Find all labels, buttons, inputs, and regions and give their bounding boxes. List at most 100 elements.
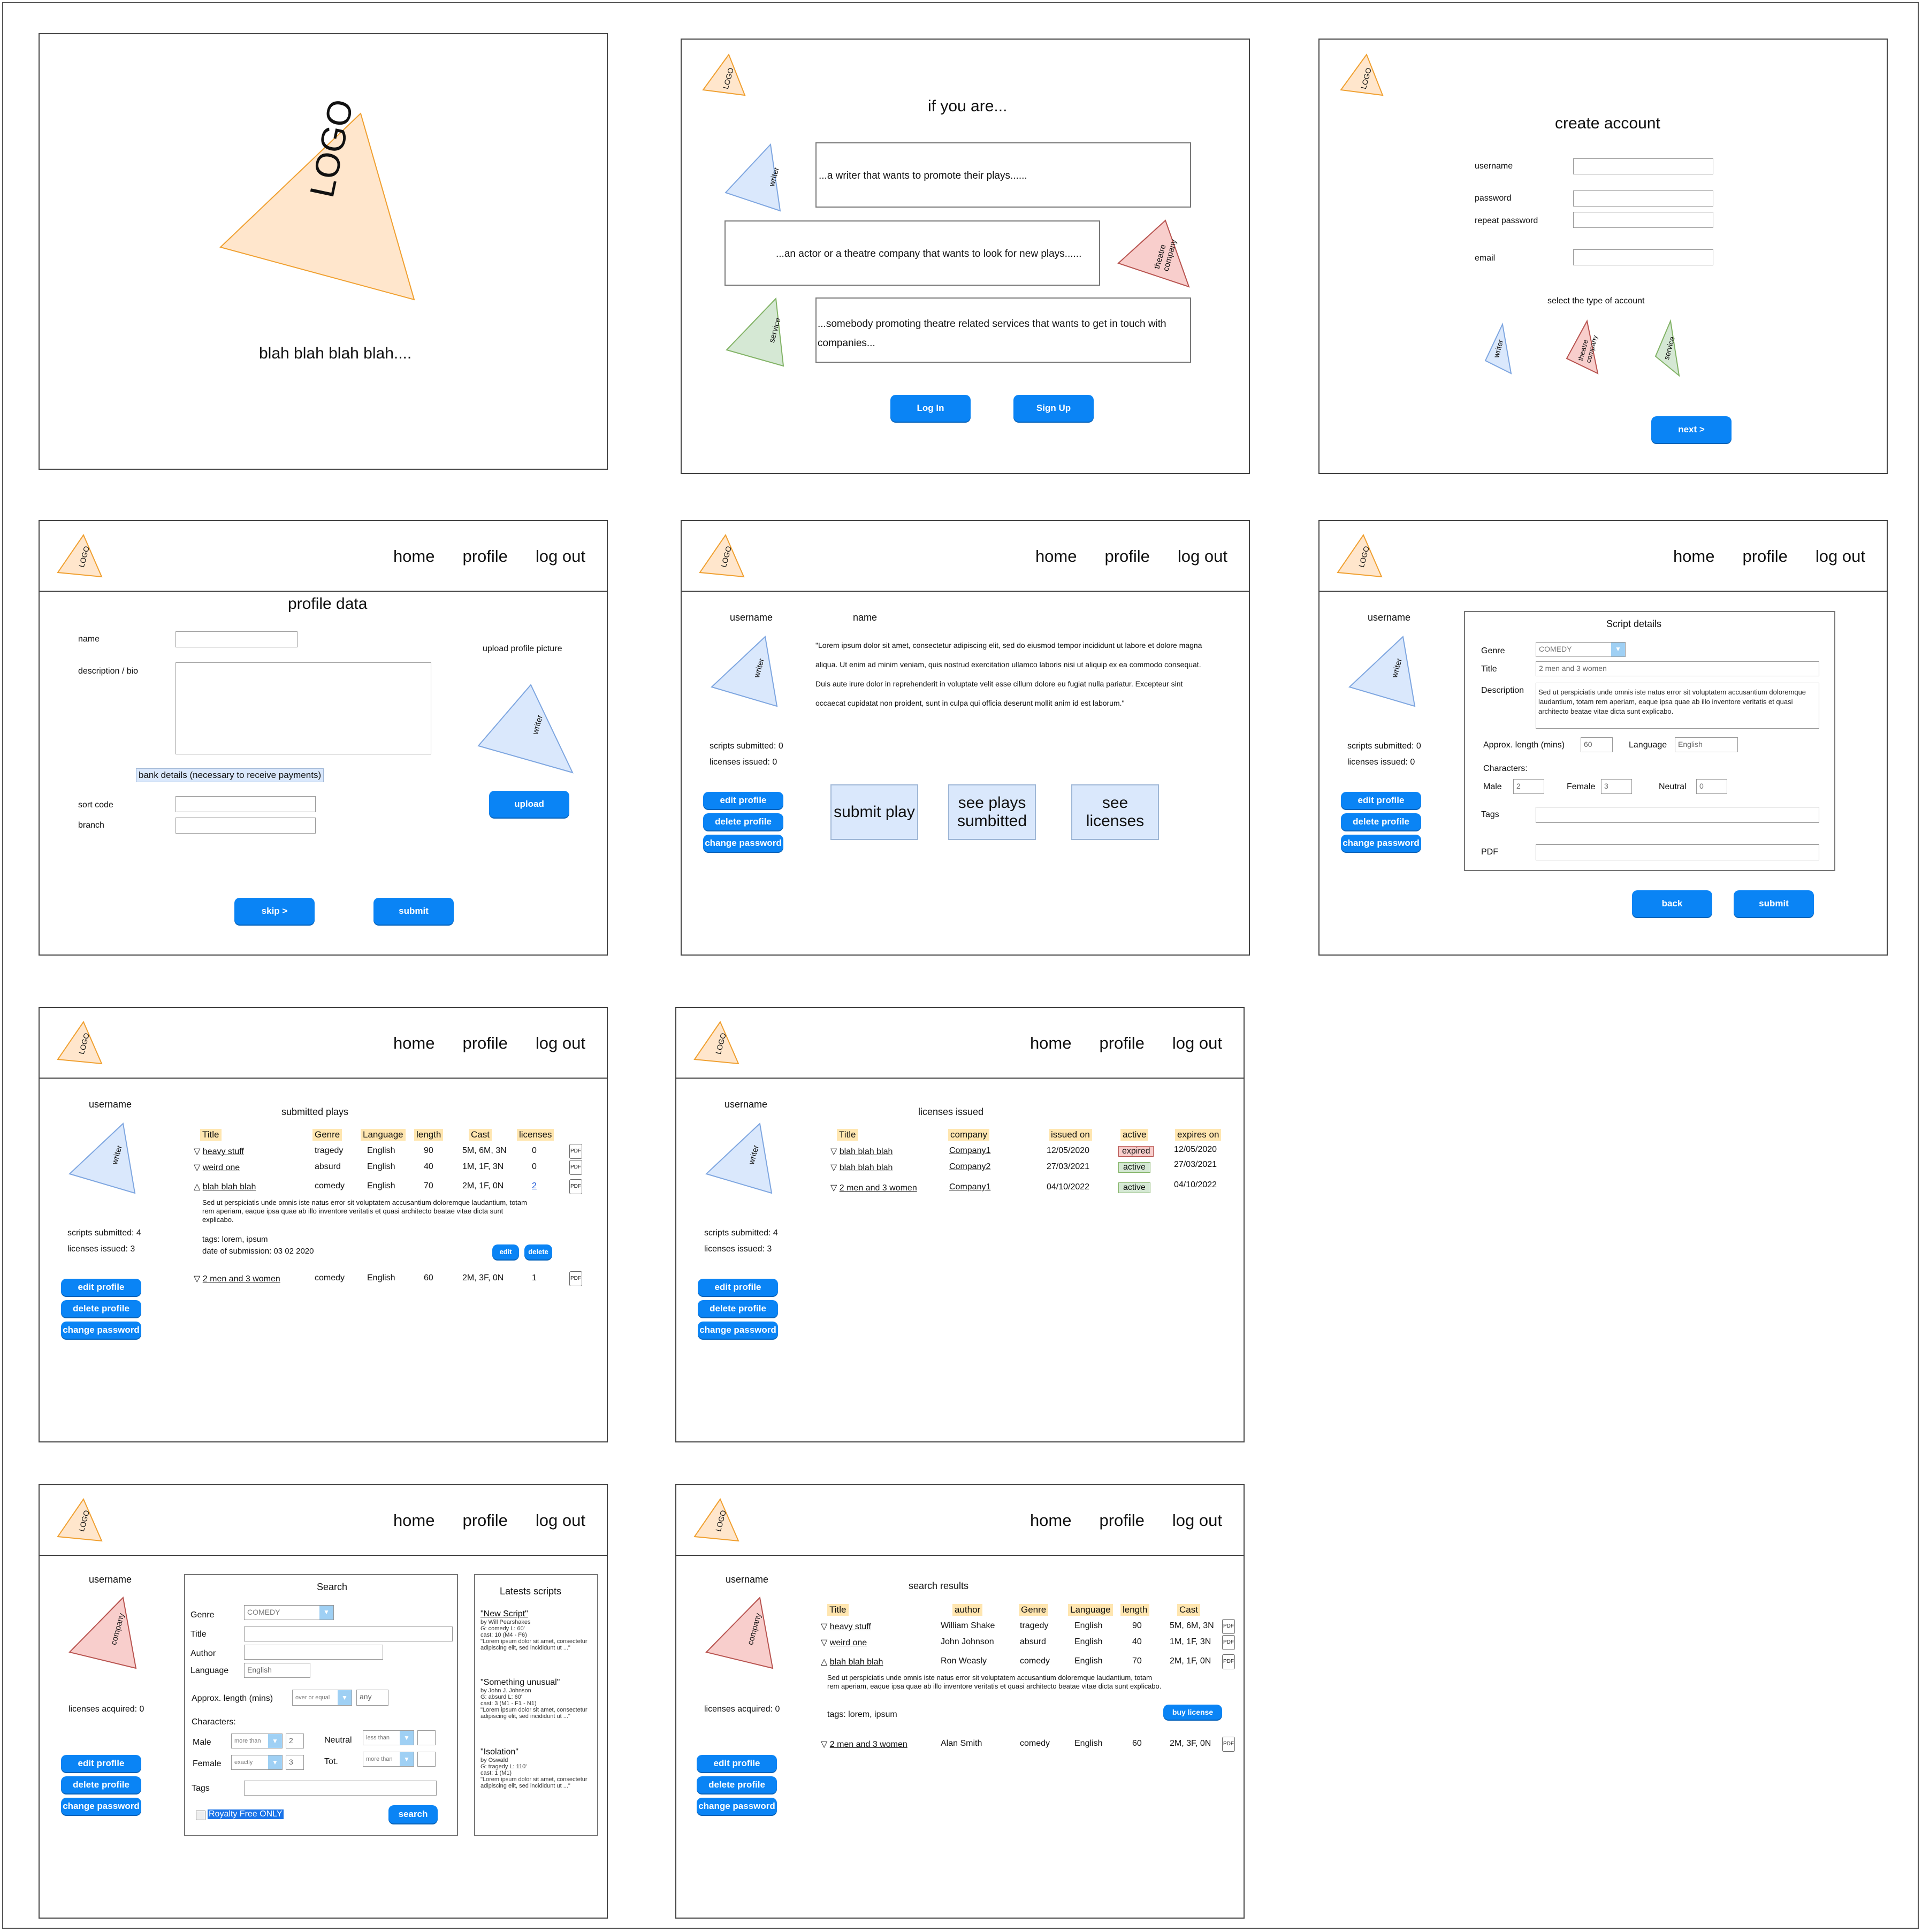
edit-profile-button[interactable]: edit profile bbox=[698, 1279, 778, 1296]
play-title-link[interactable]: heavy stuff bbox=[830, 1622, 871, 1631]
nav-profile[interactable]: profile bbox=[1099, 1034, 1144, 1053]
female-input[interactable]: 3 bbox=[286, 1755, 304, 1770]
delete-profile-button[interactable]: delete profile bbox=[61, 1776, 141, 1793]
total-operator-select[interactable]: more than ▼ bbox=[363, 1752, 414, 1767]
nav-home[interactable]: home bbox=[393, 547, 435, 566]
skip-button[interactable]: skip > bbox=[234, 898, 315, 925]
nav-logout[interactable]: log out bbox=[536, 1511, 585, 1530]
nav-home[interactable]: home bbox=[1673, 547, 1715, 566]
genre-select[interactable]: COMEDY ▼ bbox=[244, 1605, 334, 1620]
delete-profile-button[interactable]: delete profile bbox=[61, 1300, 141, 1317]
title-input[interactable] bbox=[244, 1626, 453, 1641]
company-option-box[interactable]: ...an actor or a theatre company that wa… bbox=[724, 220, 1100, 286]
expand-row-icon[interactable]: ▽ heavy stuff bbox=[821, 1621, 871, 1632]
edit-play-button[interactable]: edit bbox=[492, 1244, 519, 1259]
edit-profile-button[interactable]: edit profile bbox=[703, 792, 783, 809]
see-licenses-tile[interactable]: see licenses bbox=[1071, 784, 1159, 840]
pdf-icon[interactable]: PDF bbox=[569, 1271, 582, 1286]
service-option-box[interactable]: ...somebody promoting theatre related se… bbox=[815, 297, 1191, 363]
play-title-link[interactable]: 2 men and 3 women bbox=[203, 1274, 280, 1284]
nav-profile[interactable]: profile bbox=[1742, 547, 1787, 566]
nav-profile[interactable]: profile bbox=[1104, 547, 1149, 566]
next-button[interactable]: next > bbox=[1651, 416, 1732, 443]
latest-script-item[interactable]: "Isolation" by Oswald G: tragedy L: 110'… bbox=[481, 1747, 594, 1789]
script-name-link[interactable]: "Something unusual" bbox=[481, 1678, 594, 1687]
license-title-link[interactable]: blah blah blah bbox=[840, 1163, 893, 1172]
male-input[interactable]: 2 bbox=[1513, 779, 1544, 794]
edit-profile-button[interactable]: edit profile bbox=[697, 1755, 777, 1772]
neutral-input[interactable]: 0 bbox=[1696, 779, 1727, 794]
username-input[interactable] bbox=[1573, 158, 1713, 174]
tags-input[interactable] bbox=[1536, 807, 1819, 823]
royalty-free-checkbox[interactable] bbox=[196, 1811, 205, 1820]
edit-profile-button[interactable]: edit profile bbox=[1341, 792, 1421, 809]
collapse-row-icon[interactable]: △ blah blah blah bbox=[194, 1181, 256, 1192]
latest-script-item[interactable]: "Something unusual" by John J. Johnson G… bbox=[481, 1678, 594, 1720]
author-input[interactable] bbox=[244, 1645, 383, 1660]
tags-input[interactable] bbox=[244, 1781, 437, 1796]
total-input[interactable] bbox=[417, 1752, 436, 1767]
submit-play-tile[interactable]: submit play bbox=[830, 784, 918, 840]
company-link[interactable]: Company2 bbox=[949, 1162, 990, 1172]
password-input[interactable] bbox=[1573, 190, 1713, 207]
cell-licenses-link[interactable]: 2 bbox=[532, 1181, 537, 1191]
change-password-button[interactable]: change password bbox=[703, 835, 783, 852]
delete-profile-button[interactable]: delete profile bbox=[697, 1776, 777, 1793]
nav-home[interactable]: home bbox=[1030, 1034, 1072, 1053]
bio-textarea[interactable] bbox=[176, 662, 431, 754]
nav-profile[interactable]: profile bbox=[462, 1511, 507, 1530]
nav-profile[interactable]: profile bbox=[1099, 1511, 1144, 1530]
play-title-link[interactable]: blah blah blah bbox=[203, 1182, 256, 1192]
nav-home[interactable]: home bbox=[393, 1034, 435, 1053]
pdf-icon[interactable]: PDF bbox=[569, 1160, 582, 1175]
back-button[interactable]: back bbox=[1632, 890, 1712, 917]
length-operator-select[interactable]: over or equal ▼ bbox=[292, 1690, 352, 1706]
script-name-link[interactable]: "Isolation" bbox=[481, 1747, 594, 1757]
female-input[interactable]: 3 bbox=[1601, 779, 1632, 794]
change-password-button[interactable]: change password bbox=[1341, 835, 1421, 852]
pdf-input[interactable] bbox=[1536, 844, 1819, 860]
name-input[interactable] bbox=[176, 631, 298, 647]
expand-row-icon[interactable]: ▽ 2 men and 3 women bbox=[821, 1739, 907, 1750]
change-password-button[interactable]: change password bbox=[61, 1798, 141, 1815]
nav-profile[interactable]: profile bbox=[462, 1034, 507, 1053]
delete-profile-button[interactable]: delete profile bbox=[1341, 813, 1421, 830]
pdf-icon[interactable]: PDF bbox=[569, 1144, 582, 1159]
neutral-operator-select[interactable]: less than ▼ bbox=[363, 1730, 414, 1745]
delete-profile-button[interactable]: delete profile bbox=[703, 813, 783, 830]
delete-profile-button[interactable]: delete profile bbox=[698, 1300, 778, 1317]
buy-license-button[interactable]: buy license bbox=[1163, 1705, 1222, 1720]
expand-row-icon[interactable]: ▽ 2 men and 3 women bbox=[830, 1182, 917, 1193]
company-link[interactable]: Company1 bbox=[949, 1146, 990, 1156]
submit-button[interactable]: submit bbox=[373, 898, 454, 925]
nav-home[interactable]: home bbox=[1030, 1511, 1072, 1530]
upload-button[interactable]: upload bbox=[489, 791, 569, 818]
expand-row-icon[interactable]: ▽ weird one bbox=[821, 1637, 867, 1648]
nav-profile[interactable]: profile bbox=[462, 547, 507, 566]
branch-input[interactable] bbox=[176, 818, 316, 834]
male-input[interactable]: 2 bbox=[286, 1734, 304, 1748]
length-input[interactable]: any bbox=[356, 1690, 388, 1706]
license-title-link[interactable]: 2 men and 3 women bbox=[840, 1183, 917, 1193]
sort-code-input[interactable] bbox=[176, 796, 316, 812]
signup-button[interactable]: Sign Up bbox=[1013, 395, 1094, 422]
nav-logout[interactable]: log out bbox=[1816, 547, 1865, 566]
nav-logout[interactable]: log out bbox=[1172, 1511, 1222, 1530]
pdf-icon[interactable]: PDF bbox=[1222, 1654, 1235, 1669]
pdf-icon[interactable]: PDF bbox=[1222, 1619, 1235, 1634]
nav-logout[interactable]: log out bbox=[536, 547, 585, 566]
email-input[interactable] bbox=[1573, 249, 1713, 265]
play-title-link[interactable]: weird one bbox=[203, 1163, 240, 1172]
play-title-link[interactable]: blah blah blah bbox=[830, 1658, 883, 1667]
expand-row-icon[interactable]: ▽ weird one bbox=[194, 1162, 240, 1173]
license-title-link[interactable]: blah blah blah bbox=[840, 1147, 893, 1156]
genre-select[interactable]: COMEDY ▼ bbox=[1536, 642, 1626, 657]
expand-row-icon[interactable]: ▽ blah blah blah bbox=[830, 1162, 893, 1173]
female-operator-select[interactable]: exactly ▼ bbox=[231, 1755, 283, 1770]
play-title-link[interactable]: heavy stuff bbox=[203, 1147, 244, 1156]
male-operator-select[interactable]: more than ▼ bbox=[231, 1734, 283, 1748]
delete-play-button[interactable]: delete bbox=[524, 1244, 552, 1259]
pdf-icon[interactable]: PDF bbox=[569, 1179, 582, 1194]
expand-row-icon[interactable]: ▽ heavy stuff bbox=[194, 1146, 244, 1157]
neutral-input[interactable] bbox=[417, 1730, 436, 1745]
